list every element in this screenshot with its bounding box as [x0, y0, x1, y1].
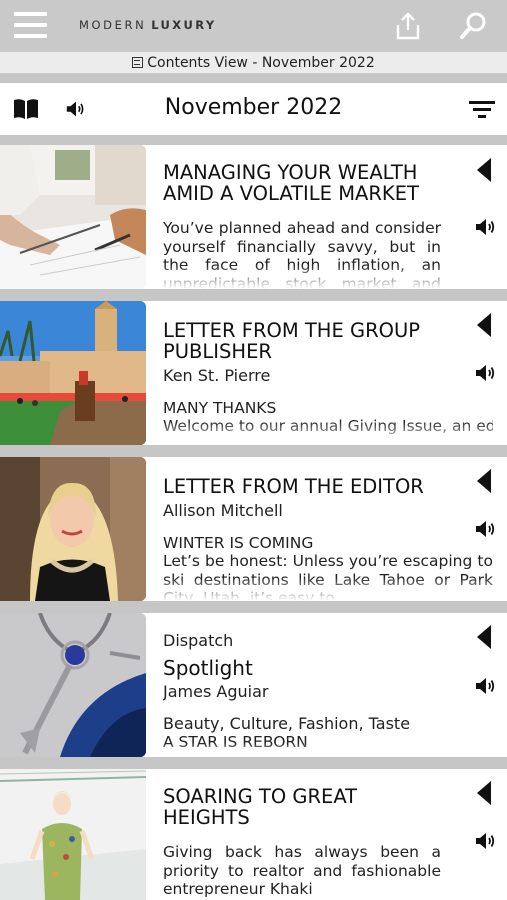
contents-icon	[132, 57, 144, 68]
article-card[interactable]: MANAGING YOUR WEALTH AMID A VOLATILE MAR…	[0, 145, 507, 289]
article-card[interactable]: Dispatch Spotlight James Aguiar Beauty, …	[0, 613, 507, 757]
article-card[interactable]: LETTER FROM THE GROUP PUBLISHER Ken St. …	[0, 301, 507, 445]
menu-icon[interactable]	[14, 12, 47, 38]
speaker-icon[interactable]	[65, 98, 87, 120]
article-author: Ken St. Pierre	[163, 366, 271, 385]
speaker-icon[interactable]	[474, 829, 498, 853]
article-title: Spotlight	[163, 656, 253, 680]
article-thumbnail	[0, 613, 146, 757]
breadcrumb[interactable]: Contents View - November 2022	[0, 52, 507, 74]
article-excerpt: Welcome to our annual Giving Issue, an e…	[163, 417, 493, 435]
article-content: MANAGING YOUR WEALTH AMID A VOLATILE MAR…	[163, 162, 441, 289]
speaker-icon[interactable]	[474, 674, 498, 698]
breadcrumb-text: Contents View - November 2022	[147, 55, 375, 71]
filter-icon[interactable]	[469, 101, 495, 119]
speaker-icon[interactable]	[474, 517, 498, 541]
article-content: LETTER FROM THE GROUP PUBLISHER Ken St. …	[163, 320, 493, 445]
share-icon[interactable]	[393, 11, 423, 41]
top-bar: MODERN LUXURY	[0, 0, 507, 52]
article-card[interactable]: LETTER FROM THE EDITOR Allison Mitchell …	[0, 457, 507, 601]
triangle-left-icon[interactable]	[477, 781, 491, 805]
article-thumbnail	[0, 769, 146, 900]
article-content: SOARING TO GREAT HEIGHTS Giving back has…	[163, 786, 441, 900]
speaker-icon[interactable]	[474, 215, 498, 239]
article-title: MANAGING YOUR WEALTH AMID A VOLATILE MAR…	[163, 162, 419, 205]
brand-logo: MODERN LUXURY	[79, 18, 217, 32]
toolbar: November 2022	[0, 83, 507, 135]
article-title: LETTER FROM THE EDITOR	[163, 476, 424, 498]
article-author: James Aguiar	[163, 682, 269, 701]
article-section: Dispatch	[163, 631, 234, 650]
book-icon[interactable]	[13, 98, 39, 120]
article-thumbnail	[0, 457, 146, 601]
article-excerpt: Let’s be honest: Unless you’re escaping …	[163, 552, 493, 601]
article-content: Dispatch Spotlight James Aguiar Beauty, …	[163, 631, 453, 757]
article-kicker: WINTER IS COMING	[163, 534, 314, 552]
article-author: Allison Mitchell	[163, 501, 283, 520]
search-icon[interactable]	[458, 11, 488, 41]
article-kicker: A STAR IS REBORN	[163, 733, 308, 751]
article-excerpt: You’ve planned ahead and consider yourse…	[163, 219, 441, 289]
triangle-left-icon[interactable]	[477, 469, 491, 493]
article-content: LETTER FROM THE EDITOR Allison Mitchell …	[163, 476, 493, 601]
triangle-left-icon[interactable]	[477, 313, 491, 337]
triangle-left-icon[interactable]	[477, 625, 491, 649]
article-card[interactable]: SOARING TO GREAT HEIGHTS Giving back has…	[0, 769, 507, 900]
article-kicker: MANY THANKS	[163, 399, 277, 417]
article-thumbnail	[0, 145, 146, 289]
article-excerpt: Giving back has always been a priority t…	[163, 843, 441, 898]
speaker-icon[interactable]	[474, 361, 498, 385]
article-tags: Beauty, Culture, Fashion, Taste	[163, 714, 411, 733]
triangle-left-icon[interactable]	[477, 158, 491, 182]
article-thumbnail	[0, 301, 146, 445]
article-title: LETTER FROM THE GROUP PUBLISHER	[163, 320, 421, 363]
article-title: SOARING TO GREAT HEIGHTS	[163, 786, 358, 829]
